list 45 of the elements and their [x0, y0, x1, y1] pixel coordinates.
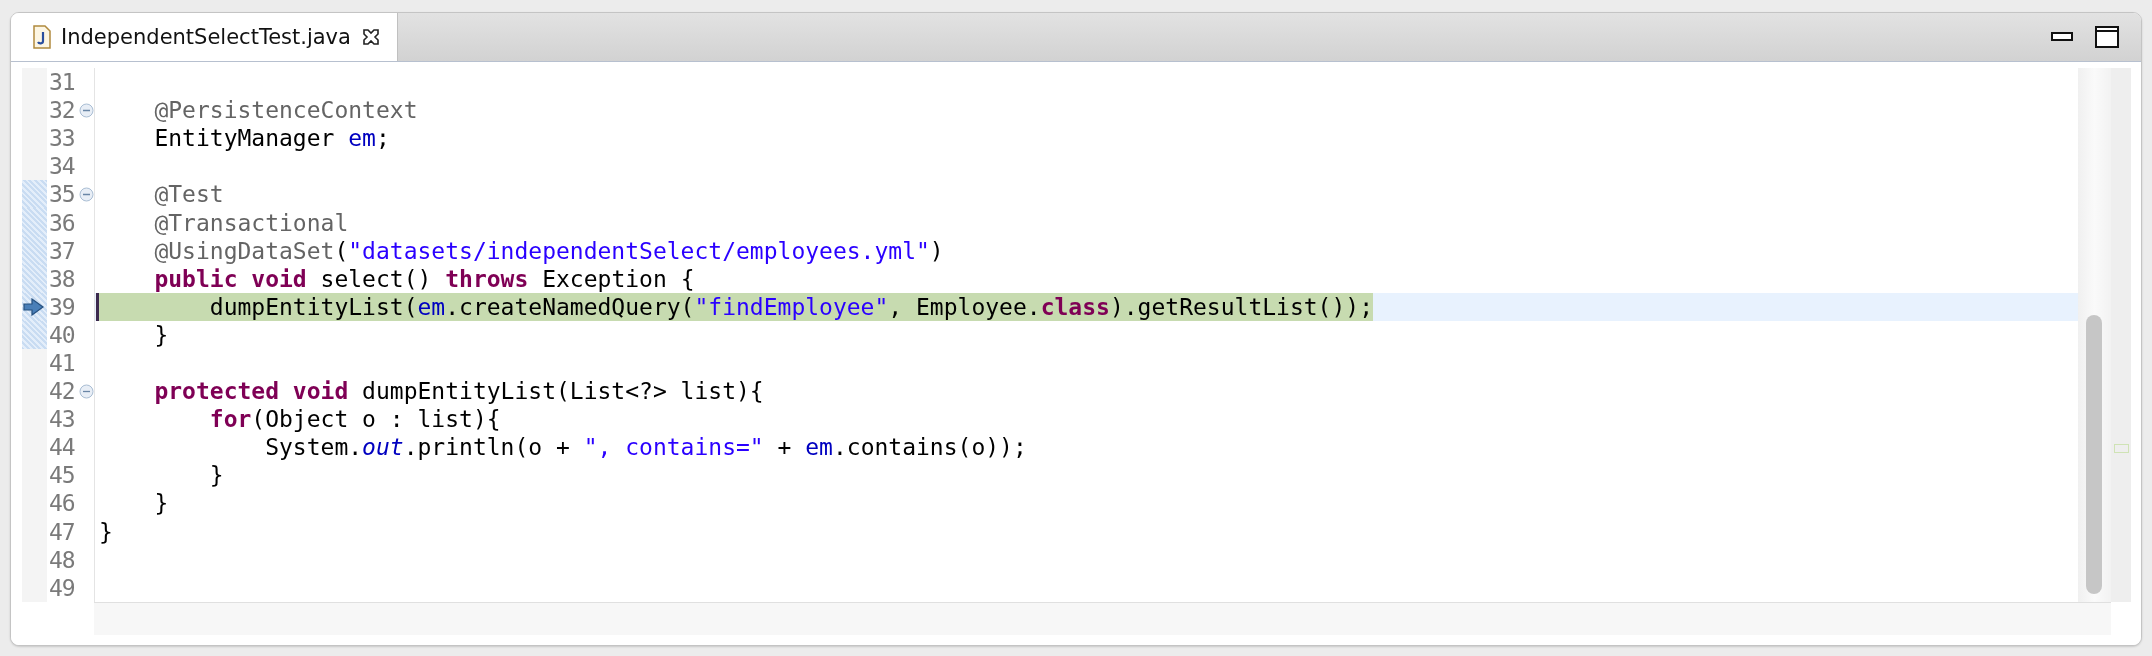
scrollbar-thumb[interactable]	[2086, 315, 2102, 594]
line-number: 40	[48, 321, 76, 348]
line-number: 34	[48, 153, 76, 180]
code-line: @Transactional	[154, 209, 349, 236]
editor-tab[interactable]: IndependentSelectTest.java	[11, 13, 398, 61]
close-icon[interactable]	[360, 27, 381, 47]
code-line: @PersistenceContext	[154, 97, 418, 124]
fold-icon[interactable]	[79, 102, 94, 118]
line-number: 35	[48, 181, 76, 208]
line-number: 41	[48, 350, 76, 376]
code-line: }	[154, 490, 169, 517]
line-number: 45	[48, 462, 76, 489]
code-line: @UsingDataSet("datasets/independentSelect/employees.yml")	[154, 237, 944, 264]
fold-icon[interactable]	[79, 383, 94, 399]
line-number: 38	[48, 265, 76, 292]
line-number: 43	[48, 406, 76, 433]
line-number: 48	[48, 546, 76, 573]
line-number: 36	[48, 209, 76, 236]
line-number: 42	[48, 378, 76, 405]
fold-icon[interactable]	[79, 186, 94, 202]
minimize-icon[interactable]	[2051, 32, 2073, 42]
line-number: 44	[48, 434, 76, 461]
line-number: 31	[48, 69, 76, 96]
code-line: dumpEntityList(em.createNamedQuery("findEmployee", Employee.class).getResultList());	[209, 293, 1373, 320]
line-number: 33	[48, 125, 76, 152]
code-line: }	[154, 321, 169, 348]
line-number: 39	[48, 293, 76, 320]
code-line: public void select() throws Exception {	[154, 265, 695, 292]
code-line: }	[209, 462, 224, 489]
java-file-icon	[33, 25, 51, 49]
line-number: 37	[48, 237, 76, 264]
line-number: 49	[48, 574, 76, 601]
code-line: @Test	[154, 181, 224, 208]
vertical-scrollbar[interactable]	[2078, 68, 2111, 602]
code-line: protected void dumpEntityList(List<?> list){	[154, 378, 764, 405]
code-line: System.out.println(o + ", contains=" + em.contains(o));	[265, 434, 1027, 461]
overview-marker[interactable]	[2114, 444, 2129, 453]
line-number: 32	[48, 97, 76, 124]
horizontal-scrollbar[interactable]	[94, 602, 2111, 635]
code-line: EntityManager em;	[154, 125, 390, 152]
line-number: 46	[48, 490, 76, 517]
code-line: for(Object o : list){	[209, 406, 501, 433]
code-line: }	[99, 518, 113, 545]
maximize-icon[interactable]	[2095, 26, 2119, 48]
line-number: 47	[48, 518, 76, 545]
